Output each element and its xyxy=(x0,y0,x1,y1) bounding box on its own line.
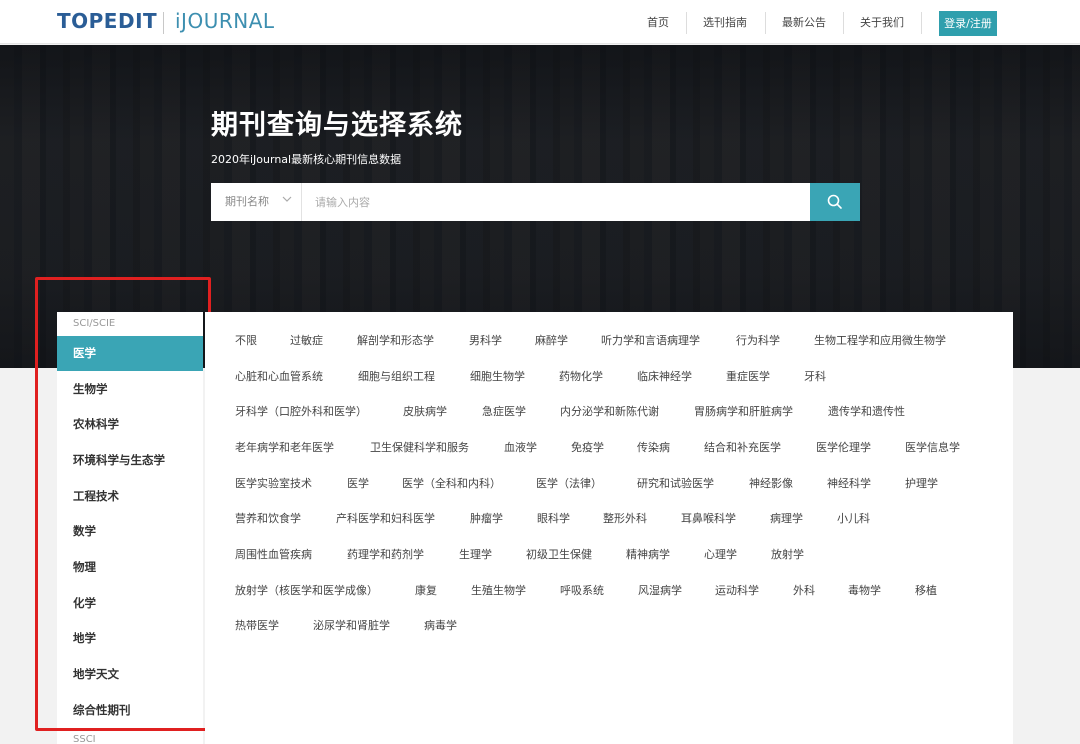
subject-tag[interactable]: 医学伦理学 xyxy=(816,439,871,455)
subject-tag[interactable]: 产科医学和妇科医学 xyxy=(336,510,435,526)
subject-tag[interactable]: 听力学和言语病理学 xyxy=(601,332,700,348)
top-header: TOPEDIT iJOURNAL 首页 选刊指南 最新公告 关于我们 登录/注册 xyxy=(0,0,1080,44)
subject-tag[interactable]: 放射学（核医学和医学成像） xyxy=(235,582,378,598)
search-field-select[interactable]: 期刊名称 xyxy=(211,183,302,221)
subject-tag[interactable]: 遗传学和遗传性 xyxy=(828,403,905,419)
subject-tag[interactable]: 医学信息学 xyxy=(905,439,960,455)
page-title: 期刊查询与选择系统 xyxy=(211,110,463,141)
subject-tag[interactable]: 医学实验室技术 xyxy=(235,475,312,491)
subject-tag[interactable]: 胃肠病学和肝脏病学 xyxy=(694,403,793,419)
subject-tag[interactable]: 医学 xyxy=(347,475,369,491)
subject-tag[interactable]: 麻醉学 xyxy=(535,332,568,348)
subject-tag[interactable]: 传染病 xyxy=(637,439,670,455)
subject-tag[interactable]: 初级卫生保健 xyxy=(526,546,592,562)
subject-tag[interactable]: 外科 xyxy=(793,582,815,598)
subject-tag[interactable]: 行为科学 xyxy=(736,332,780,348)
nav-latest-announcements[interactable]: 最新公告 xyxy=(775,12,833,34)
logo-divider xyxy=(163,12,164,34)
subject-tag[interactable]: 卫生保健科学和服务 xyxy=(370,439,469,455)
subject-tag[interactable]: 牙科学（口腔外科和医学） xyxy=(235,403,367,419)
subject-tag[interactable]: 心脏和心血管系统 xyxy=(235,368,323,384)
ijournal-logo[interactable]: iJOURNAL xyxy=(175,9,275,33)
subject-tag[interactable]: 药理学和药剂学 xyxy=(347,546,424,562)
nav-divider xyxy=(686,12,687,34)
search-field-select-value: 期刊名称 xyxy=(225,195,269,208)
nav-about-us[interactable]: 关于我们 xyxy=(853,12,911,34)
subject-tag[interactable]: 耳鼻喉科学 xyxy=(681,510,736,526)
subject-tag[interactable]: 生殖生物学 xyxy=(471,582,526,598)
subject-tag[interactable]: 病理学 xyxy=(770,510,803,526)
subject-tag[interactable]: 牙科 xyxy=(804,368,826,384)
nav-divider xyxy=(765,12,766,34)
subject-tag[interactable]: 内分泌学和新陈代谢 xyxy=(560,403,659,419)
subject-tag[interactable]: 小儿科 xyxy=(837,510,870,526)
subject-tag[interactable]: 整形外科 xyxy=(603,510,647,526)
nav-divider xyxy=(921,12,922,34)
subject-tag[interactable]: 药物化学 xyxy=(559,368,603,384)
subject-tag[interactable]: 毒物学 xyxy=(848,582,881,598)
subject-tag[interactable]: 重症医学 xyxy=(726,368,770,384)
nav-journal-guide[interactable]: 选刊指南 xyxy=(696,12,754,34)
subject-tag[interactable]: 临床神经学 xyxy=(637,368,692,384)
subject-tag[interactable]: 生物工程学和应用微生物学 xyxy=(814,332,946,348)
subject-tag[interactable]: 营养和饮食学 xyxy=(235,510,301,526)
subject-tag[interactable]: 热带医学 xyxy=(235,617,279,633)
subject-tag[interactable]: 泌尿学和肾脏学 xyxy=(313,617,390,633)
subject-tag[interactable]: 急症医学 xyxy=(482,403,526,419)
subject-tag[interactable]: 生理学 xyxy=(459,546,492,562)
subject-tag[interactable]: 肿瘤学 xyxy=(470,510,503,526)
subject-tag[interactable]: 男科学 xyxy=(469,332,502,348)
login-register-button[interactable]: 登录/注册 xyxy=(939,11,997,36)
subject-tag[interactable]: 老年病学和老年医学 xyxy=(235,439,334,455)
search-input[interactable] xyxy=(303,183,808,221)
chevron-down-icon xyxy=(282,196,292,202)
subject-tag[interactable]: 护理学 xyxy=(905,475,938,491)
subject-tag[interactable]: 心理学 xyxy=(704,546,737,562)
subject-tag[interactable]: 皮肤病学 xyxy=(403,403,447,419)
subject-tag[interactable]: 细胞生物学 xyxy=(470,368,525,384)
search-icon xyxy=(827,194,842,209)
subject-tag[interactable]: 细胞与组织工程 xyxy=(358,368,435,384)
subject-tag[interactable]: 研究和试验医学 xyxy=(637,475,714,491)
subject-tag[interactable]: 过敏症 xyxy=(290,332,323,348)
subject-tag[interactable]: 神经影像 xyxy=(749,475,793,491)
subject-tag[interactable]: 医学（全科和内科） xyxy=(402,475,501,491)
subject-tag[interactable]: 风湿病学 xyxy=(638,582,682,598)
search-bar: 期刊名称 xyxy=(211,183,810,221)
subject-tag[interactable]: 放射学 xyxy=(771,546,804,562)
subject-tag[interactable]: 血液学 xyxy=(504,439,537,455)
subject-tag[interactable]: 解剖学和形态学 xyxy=(357,332,434,348)
nav-divider xyxy=(843,12,844,34)
subject-tag[interactable]: 免疫学 xyxy=(571,439,604,455)
subject-tag[interactable]: 康复 xyxy=(415,582,437,598)
subject-tag[interactable]: 病毒学 xyxy=(424,617,457,633)
subject-tag[interactable]: 眼科学 xyxy=(537,510,570,526)
sidebar-group-ssci: SSCI xyxy=(73,734,96,744)
subject-tag[interactable]: 运动科学 xyxy=(715,582,759,598)
highlight-box xyxy=(35,277,211,731)
subject-tag[interactable]: 精神病学 xyxy=(626,546,670,562)
page-subtitle: 2020年iJournal最新核心期刊信息数据 xyxy=(211,153,402,166)
subject-tag-panel: 不限 过敏症 解剖学和形态学 男科学 麻醉学 听力学和言语病理学 行为科学 生物… xyxy=(205,312,1013,744)
subject-tag[interactable]: 神经科学 xyxy=(827,475,871,491)
topedit-logo[interactable]: TOPEDIT xyxy=(57,9,157,33)
subject-tag[interactable]: 结合和补充医学 xyxy=(704,439,781,455)
subject-tag[interactable]: 不限 xyxy=(235,332,257,348)
subject-tag[interactable]: 医学（法律） xyxy=(536,475,602,491)
nav-home[interactable]: 首页 xyxy=(638,12,678,34)
subject-tag[interactable]: 周围性血管疾病 xyxy=(235,546,312,562)
subject-tag[interactable]: 移植 xyxy=(915,582,937,598)
subject-tag[interactable]: 呼吸系统 xyxy=(560,582,604,598)
search-button[interactable] xyxy=(810,183,860,221)
